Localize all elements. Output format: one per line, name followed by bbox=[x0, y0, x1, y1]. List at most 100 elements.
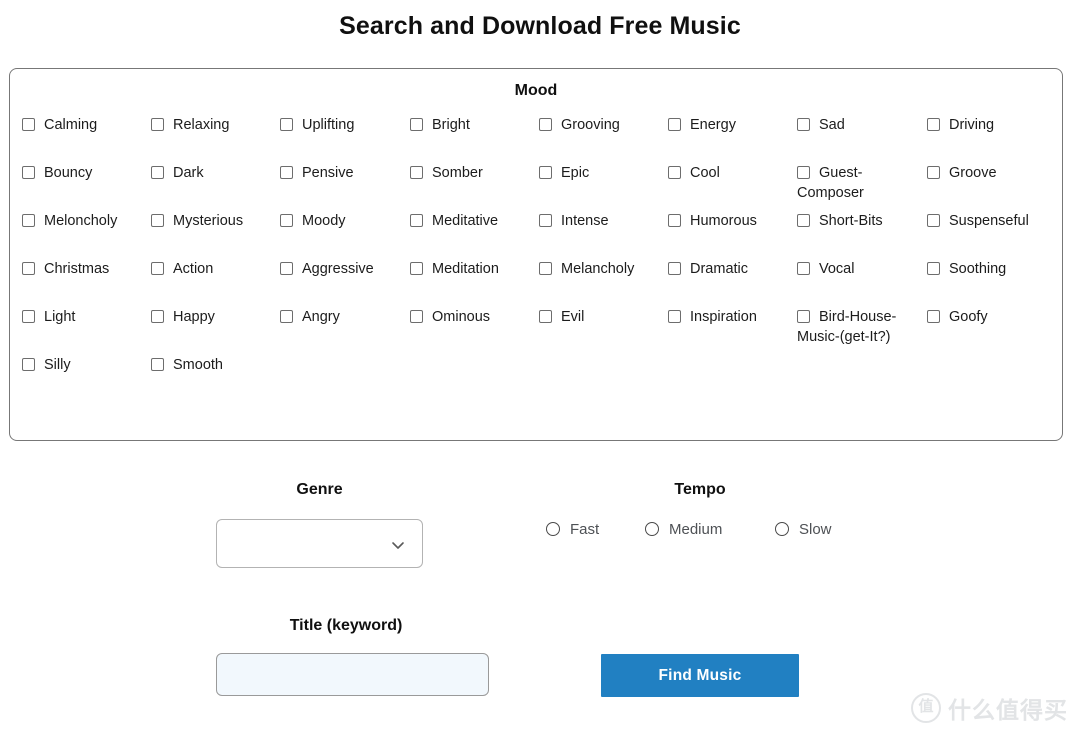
checkbox-icon[interactable] bbox=[668, 310, 681, 323]
mood-checkbox-suspenseful[interactable]: Suspenseful bbox=[927, 211, 1051, 231]
checkbox-icon[interactable] bbox=[22, 166, 35, 179]
checkbox-icon[interactable] bbox=[797, 118, 810, 131]
mood-checkbox-relaxing[interactable]: Relaxing bbox=[151, 115, 275, 135]
mood-checkbox-moody[interactable]: Moody bbox=[280, 211, 404, 231]
checkbox-icon[interactable] bbox=[280, 262, 293, 275]
mood-checkbox-somber[interactable]: Somber bbox=[410, 163, 534, 183]
mood-checkbox-inspiration[interactable]: Inspiration bbox=[668, 307, 792, 327]
mood-checkbox-evil[interactable]: Evil bbox=[539, 307, 663, 327]
mood-checkbox-guest-composer[interactable]: Guest-Composer bbox=[797, 163, 921, 203]
watermark-text: 什么值得买 bbox=[948, 697, 1068, 723]
checkbox-icon[interactable] bbox=[539, 118, 552, 131]
mood-checkbox-dark[interactable]: Dark bbox=[151, 163, 275, 183]
checkbox-icon[interactable] bbox=[151, 118, 164, 131]
title-keyword-label: Title (keyword) bbox=[289, 617, 403, 634]
checkbox-icon[interactable] bbox=[668, 262, 681, 275]
mood-checkbox-calming[interactable]: Calming bbox=[22, 115, 146, 135]
mood-checkbox-happy[interactable]: Happy bbox=[151, 307, 275, 327]
checkbox-icon[interactable] bbox=[797, 166, 810, 179]
mood-checkbox-energy[interactable]: Energy bbox=[668, 115, 792, 135]
mood-checkbox-light[interactable]: Light bbox=[22, 307, 146, 327]
checkbox-icon[interactable] bbox=[668, 166, 681, 179]
mood-checkbox-short-bits[interactable]: Short-Bits bbox=[797, 211, 921, 231]
mood-row: Meloncholy Mysterious Moody Meditative I… bbox=[22, 211, 1052, 259]
checkbox-icon[interactable] bbox=[22, 214, 35, 227]
checkbox-icon[interactable] bbox=[151, 214, 164, 227]
mood-checkbox-cool[interactable]: Cool bbox=[668, 163, 792, 183]
checkbox-icon[interactable] bbox=[151, 262, 164, 275]
checkbox-icon[interactable] bbox=[280, 166, 293, 179]
checkbox-icon[interactable] bbox=[797, 262, 810, 275]
checkbox-icon[interactable] bbox=[539, 166, 552, 179]
checkbox-icon[interactable] bbox=[280, 310, 293, 323]
checkbox-icon[interactable] bbox=[668, 118, 681, 131]
mood-checkbox-meditative[interactable]: Meditative bbox=[410, 211, 534, 231]
checkbox-icon[interactable] bbox=[410, 262, 423, 275]
mood-checkbox-bright[interactable]: Bright bbox=[410, 115, 534, 135]
checkbox-icon[interactable] bbox=[797, 214, 810, 227]
checkbox-icon[interactable] bbox=[410, 310, 423, 323]
mood-checkbox-smooth[interactable]: Smooth bbox=[151, 355, 275, 375]
checkbox-icon[interactable] bbox=[927, 118, 940, 131]
find-music-button[interactable]: Find Music bbox=[601, 654, 799, 697]
checkbox-icon[interactable] bbox=[927, 262, 940, 275]
mood-checkbox-meditation[interactable]: Meditation bbox=[410, 259, 534, 279]
mood-checkbox-driving[interactable]: Driving bbox=[927, 115, 1051, 135]
mood-checkbox-melancholy[interactable]: Melancholy bbox=[539, 259, 663, 279]
checkbox-icon[interactable] bbox=[151, 166, 164, 179]
mood-checkbox-sad[interactable]: Sad bbox=[797, 115, 921, 135]
checkbox-icon[interactable] bbox=[539, 310, 552, 323]
checkbox-icon[interactable] bbox=[22, 358, 35, 371]
checkbox-icon[interactable] bbox=[410, 214, 423, 227]
mood-checkbox-bouncy[interactable]: Bouncy bbox=[22, 163, 146, 183]
tempo-radio-slow[interactable]: Slow bbox=[775, 519, 832, 541]
mood-checkbox-epic[interactable]: Epic bbox=[539, 163, 663, 183]
mood-checkbox-intense[interactable]: Intense bbox=[539, 211, 663, 231]
mood-checkbox-christmas[interactable]: Christmas bbox=[22, 259, 146, 279]
checkbox-icon[interactable] bbox=[22, 118, 35, 131]
checkbox-icon[interactable] bbox=[668, 214, 681, 227]
mood-checkbox-pensive[interactable]: Pensive bbox=[280, 163, 404, 183]
mood-checkbox-humorous[interactable]: Humorous bbox=[668, 211, 792, 231]
checkbox-icon[interactable] bbox=[927, 310, 940, 323]
checkbox-icon[interactable] bbox=[927, 166, 940, 179]
watermark: 值 什么值得买 bbox=[911, 691, 1068, 725]
page-title: Search and Download Free Music bbox=[339, 12, 741, 40]
mood-row: Light Happy Angry Ominous Evil Inspirati… bbox=[22, 307, 1052, 355]
mood-checkbox-action[interactable]: Action bbox=[151, 259, 275, 279]
mood-checkbox-dramatic[interactable]: Dramatic bbox=[668, 259, 792, 279]
mood-checkbox-vocal[interactable]: Vocal bbox=[797, 259, 921, 279]
tempo-radio-fast[interactable]: Fast bbox=[546, 519, 599, 541]
checkbox-icon[interactable] bbox=[280, 214, 293, 227]
checkbox-icon[interactable] bbox=[151, 310, 164, 323]
checkbox-icon[interactable] bbox=[539, 214, 552, 227]
checkbox-icon[interactable] bbox=[151, 358, 164, 371]
mood-checkbox-grooving[interactable]: Grooving bbox=[539, 115, 663, 135]
radio-icon[interactable] bbox=[546, 522, 560, 536]
mood-checkbox-mysterious[interactable]: Mysterious bbox=[151, 211, 275, 231]
genre-select[interactable] bbox=[216, 519, 423, 568]
mood-checkbox-soothing[interactable]: Soothing bbox=[927, 259, 1051, 279]
radio-icon[interactable] bbox=[775, 522, 789, 536]
mood-checkbox-aggressive[interactable]: Aggressive bbox=[280, 259, 404, 279]
checkbox-icon[interactable] bbox=[797, 310, 810, 323]
mood-checkbox-bird-house-music[interactable]: Bird-House-Music-(get-It?) bbox=[797, 307, 921, 347]
mood-checkbox-groove[interactable]: Groove bbox=[927, 163, 1051, 183]
title-keyword-input[interactable] bbox=[216, 653, 489, 696]
mood-checkbox-uplifting[interactable]: Uplifting bbox=[280, 115, 404, 135]
mood-label: Groove bbox=[949, 165, 997, 181]
checkbox-icon[interactable] bbox=[410, 166, 423, 179]
checkbox-icon[interactable] bbox=[539, 262, 552, 275]
checkbox-icon[interactable] bbox=[280, 118, 293, 131]
radio-icon[interactable] bbox=[645, 522, 659, 536]
mood-checkbox-goofy[interactable]: Goofy bbox=[927, 307, 1051, 327]
checkbox-icon[interactable] bbox=[410, 118, 423, 131]
mood-checkbox-angry[interactable]: Angry bbox=[280, 307, 404, 327]
tempo-radio-medium[interactable]: Medium bbox=[645, 519, 722, 541]
checkbox-icon[interactable] bbox=[927, 214, 940, 227]
mood-checkbox-silly[interactable]: Silly bbox=[22, 355, 146, 375]
checkbox-icon[interactable] bbox=[22, 310, 35, 323]
checkbox-icon[interactable] bbox=[22, 262, 35, 275]
mood-checkbox-meloncholy[interactable]: Meloncholy bbox=[22, 211, 146, 231]
mood-checkbox-ominous[interactable]: Ominous bbox=[410, 307, 534, 327]
